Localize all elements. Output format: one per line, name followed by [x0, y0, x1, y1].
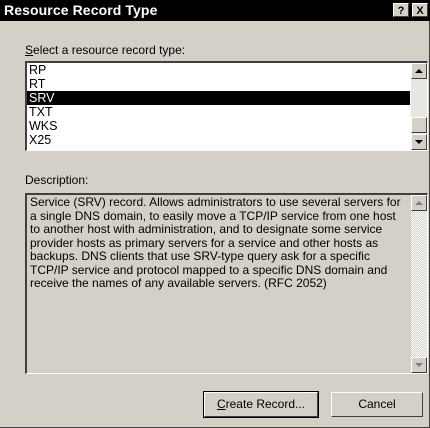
create-label: reate Record...: [225, 397, 306, 411]
dialog-title: Resource Record Type: [4, 2, 158, 18]
select-label-text: elect a resource record type:: [33, 43, 186, 57]
close-button[interactable]: X: [412, 3, 428, 17]
record-type-item[interactable]: WKS: [27, 119, 410, 133]
scroll-up-button[interactable]: [411, 63, 427, 79]
description-label: Description:: [25, 173, 89, 187]
record-type-item[interactable]: RP: [27, 63, 410, 77]
scroll-thumb[interactable]: [411, 117, 427, 133]
select-record-type-label: Select a resource record type:: [25, 43, 185, 57]
description-box[interactable]: Service (SRV) record. Allows administrat…: [25, 193, 428, 374]
record-type-item[interactable]: RT: [27, 77, 410, 91]
record-type-listbox[interactable]: RP RT SRV TXT WKS X25: [25, 61, 428, 151]
help-button[interactable]: ?: [393, 3, 409, 17]
record-type-item[interactable]: X25: [27, 133, 410, 147]
resource-record-type-dialog: Resource Record Type ? X Select a resour…: [0, 0, 430, 428]
arrow-down-icon: [415, 140, 423, 144]
record-type-list: RP RT SRV TXT WKS X25: [27, 63, 410, 147]
arrow-up-icon: [415, 69, 423, 73]
desc-scroll-down-button[interactable]: [411, 357, 427, 373]
arrow-up-icon: [415, 201, 423, 205]
scroll-down-button[interactable]: [411, 134, 427, 150]
description-text: Service (SRV) record. Allows administrat…: [30, 195, 401, 290]
record-type-item[interactable]: SRV: [27, 91, 410, 105]
record-type-item[interactable]: TXT: [27, 105, 410, 119]
description-scrollbar[interactable]: [411, 195, 427, 373]
desc-scroll-up-button[interactable]: [411, 195, 427, 211]
record-type-scrollbar[interactable]: [411, 63, 427, 150]
create-accelerator: C: [216, 397, 226, 411]
title-bar[interactable]: Resource Record Type ? X: [0, 0, 430, 21]
cancel-button[interactable]: Cancel: [331, 392, 423, 417]
create-record-button[interactable]: Create Record...: [203, 391, 319, 418]
select-label-accelerator: S: [25, 43, 34, 57]
arrow-down-icon: [415, 363, 423, 367]
